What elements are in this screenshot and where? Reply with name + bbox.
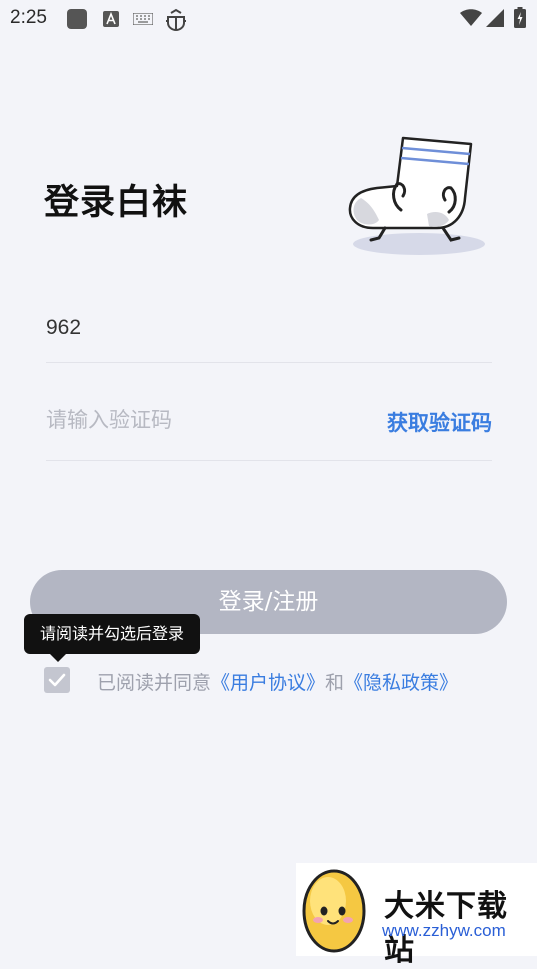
privacy-policy-link[interactable]: 《隐私政策》 — [344, 672, 458, 694]
checkmark-icon — [48, 673, 66, 687]
rice-mascot-logo — [302, 869, 366, 953]
agreement-text: 已阅读并同意《用户协议》和《隐私政策》 — [97, 668, 458, 695]
tooltip-arrow — [50, 654, 66, 662]
sock-mascot-illustration — [348, 136, 485, 255]
agreement-tooltip: 请阅读并勾选后登录 — [24, 614, 201, 654]
agreement-and: 和 — [325, 672, 345, 694]
verification-code-input[interactable] — [46, 408, 346, 432]
wifi-icon — [460, 9, 482, 26]
signal-icon — [486, 9, 504, 27]
phone-field[interactable]: 962 — [46, 300, 492, 363]
phone-input-value[interactable]: 962 — [46, 316, 81, 340]
watermark-url: www.zzhyw.com — [382, 921, 506, 940]
watermark: 大米下载站 www.zzhyw.com — [296, 863, 537, 968]
page-title: 登录白袜 — [44, 183, 189, 223]
verification-code-field: 获取验证码 — [46, 390, 492, 461]
user-agreement-link[interactable]: 《用户协议》 — [211, 672, 325, 694]
square-icon — [67, 9, 87, 29]
bug-icon — [166, 8, 186, 32]
get-code-button[interactable]: 获取验证码 — [387, 407, 492, 437]
status-time: 2:25 — [10, 7, 47, 28]
agreement-checkbox[interactable] — [44, 667, 70, 693]
battery-icon — [514, 7, 526, 28]
status-bar: 2:25 — [0, 0, 537, 38]
keyboard-icon — [133, 13, 153, 25]
a-box-icon — [103, 11, 119, 27]
agreement-prefix: 已阅读并同意 — [97, 672, 212, 694]
